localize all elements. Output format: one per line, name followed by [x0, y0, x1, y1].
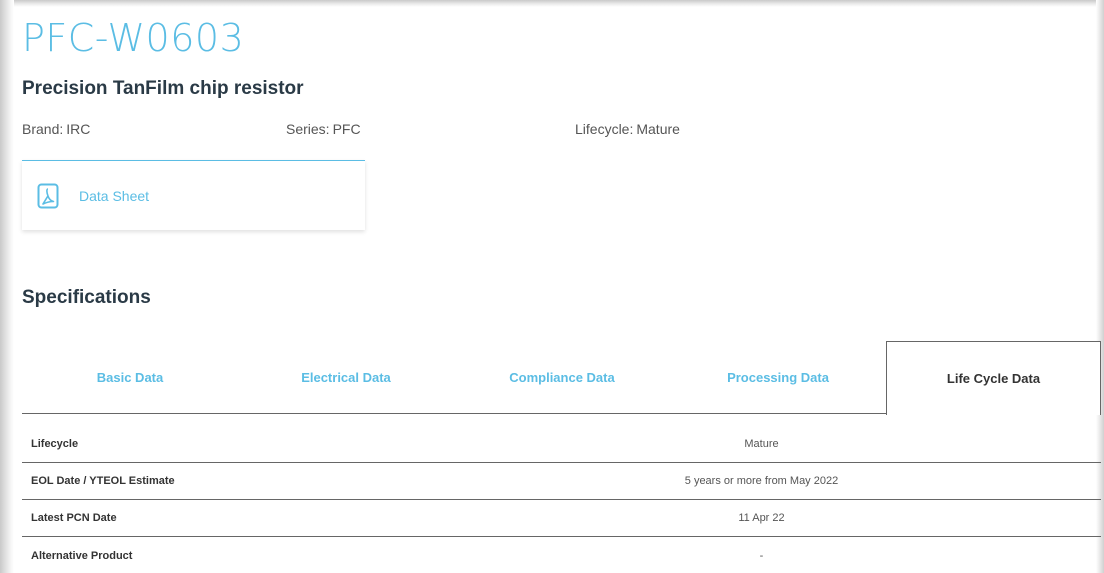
window-frame-left [0, 0, 14, 573]
tab-electrical-data[interactable]: Electrical Data [238, 341, 454, 414]
datasheet-card[interactable]: Data Sheet [22, 160, 365, 230]
product-code-title: PFC-W0603 [22, 16, 245, 60]
lifecycle-value: Mature [636, 121, 680, 137]
spec-tabs: Basic Data Electrical Data Compliance Da… [22, 341, 1101, 415]
series-info: Series: PFC [286, 121, 361, 137]
spec-value: - [759, 549, 764, 562]
specifications-heading: Specifications [22, 287, 151, 308]
window-frame-top [0, 0, 1104, 7]
spec-key: EOL Date / YTEOL Estimate [31, 475, 175, 487]
datasheet-link[interactable]: Data Sheet [79, 188, 149, 204]
table-row: EOL Date / YTEOL Estimate 5 years or mor… [22, 463, 1101, 500]
spec-key: Latest PCN Date [31, 512, 117, 524]
tab-processing-data[interactable]: Processing Data [670, 341, 886, 414]
spec-value: Mature [744, 438, 779, 450]
brand-value: IRC [66, 121, 91, 137]
tab-compliance-data[interactable]: Compliance Data [454, 341, 670, 414]
lifecycle-info: Lifecycle: Mature [575, 121, 680, 137]
tab-basic-data[interactable]: Basic Data [22, 341, 238, 414]
spec-key: Alternative Product [31, 549, 133, 562]
table-row: Latest PCN Date 11 Apr 22 [22, 500, 1101, 537]
spec-key: Lifecycle [31, 438, 79, 450]
spec-value: 5 years or more from May 2022 [684, 475, 839, 487]
table-row: Lifecycle Mature [22, 426, 1101, 463]
spec-table: Lifecycle Mature EOL Date / YTEOL Estima… [22, 426, 1101, 573]
product-description: Precision TanFilm chip resistor [22, 78, 304, 99]
lifecycle-label: Lifecycle: [575, 121, 634, 137]
brand-info: Brand: IRC [22, 121, 90, 137]
pdf-icon [37, 183, 59, 209]
spec-value: 11 Apr 22 [738, 512, 785, 524]
series-label: Series: [286, 121, 330, 137]
table-row: Alternative Product - [22, 537, 1101, 573]
series-value: PFC [332, 121, 361, 137]
brand-label: Brand: [22, 121, 64, 137]
tab-life-cycle-data[interactable]: Life Cycle Data [886, 341, 1101, 415]
